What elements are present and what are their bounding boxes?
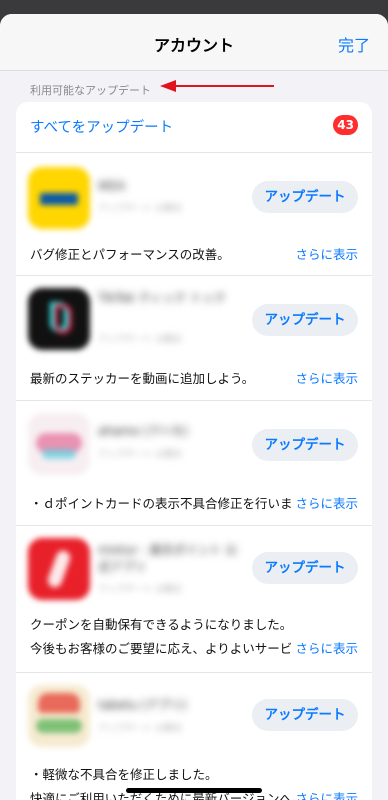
app-update-row: IKEA アップデート 公開日 アップデート バグ修正とパフォーマンスの改善。 … [16,153,372,276]
app-name: IKEA [98,179,126,193]
app-icon [28,538,90,600]
release-notes-line: クーポンを自動保有できるようになりました。 [30,617,293,632]
page-title: アカウント [153,36,234,55]
release-notes-line: 今後もお客様のご要望に応え、よりよいサービスを [30,641,318,656]
app-update-row: mixtur - 楽天ポイント 公式アプリ アップデート 公開日 アップデート … [16,526,372,673]
done-button[interactable]: 完了 [338,32,370,56]
red-arrow-annotation-icon [160,80,274,92]
show-more-link[interactable]: さらに表示 [291,368,358,387]
show-more-link[interactable]: さらに表示 [291,788,358,800]
update-button[interactable]: アップデート [252,181,358,213]
updates-list: すべてをアップデート 43 IKEA アップデート 公開日 アップデート バグ修… [16,102,372,800]
app-name: ahamo (アハモ) [98,424,189,438]
release-notes-line: ・軽微な不具合を修正しました。 [30,767,218,782]
section-header: 利用可能なアップデート [0,71,388,101]
app-name: tabetu (アプリ) [98,698,187,712]
app-icon [28,685,90,747]
update-all-button[interactable]: すべてをアップデート [30,116,173,137]
app-icon [28,167,90,229]
update-button[interactable]: アップデート [252,699,358,731]
app-name: mixtur - 楽天ポイント 公式アプリ [98,543,238,574]
app-release-info: アップデート 公開日 [98,450,182,460]
release-notes-line: ・ｄポイントカードの表示不具合修正を行いました [30,496,318,511]
update-button[interactable]: アップデート [252,429,358,461]
release-notes-line: バグ修正とパフォーマンスの改善。 [30,247,230,262]
app-icon [28,288,90,350]
release-notes-line: 最新のステッカーを動画に追加しよう。 [30,371,255,386]
update-button[interactable]: アップデート [252,552,358,584]
update-all-row: すべてをアップデート 43 [16,102,372,153]
show-more-link[interactable]: さらに表示 [291,638,358,657]
app-release-info: アップデート 公開日 [98,585,182,595]
update-button[interactable]: アップデート [252,304,358,336]
app-name: TikTok ティック トック [98,291,226,305]
app-release-info: アップデート 公開日 [98,724,182,734]
show-more-link[interactable]: さらに表示 [291,244,358,263]
navigation-bar: アカウント 完了 [0,14,388,71]
update-count-badge: 43 [333,115,358,135]
app-release-info: アップデート 公開日 [98,204,182,214]
show-more-link[interactable]: さらに表示 [291,493,358,512]
app-icon [28,413,90,475]
home-indicator[interactable] [126,788,262,793]
app-release-info: アップデート 公開日 [98,335,182,345]
account-sheet: アカウント 完了 利用可能なアップデート すべてをアップデート 43 IKEA … [0,14,388,800]
section-label: 利用可能なアップデート [30,84,151,97]
app-update-row: TikTok ティック トック アップデート 公開日 アップデート 最新のステッ… [16,276,372,401]
app-update-row: tabetu (アプリ) アップデート 公開日 アップデート ・軽微な不具合を修… [16,673,372,800]
app-update-row: ahamo (アハモ) アップデート 公開日 アップデート ・ｄポイントカードの… [16,401,372,526]
